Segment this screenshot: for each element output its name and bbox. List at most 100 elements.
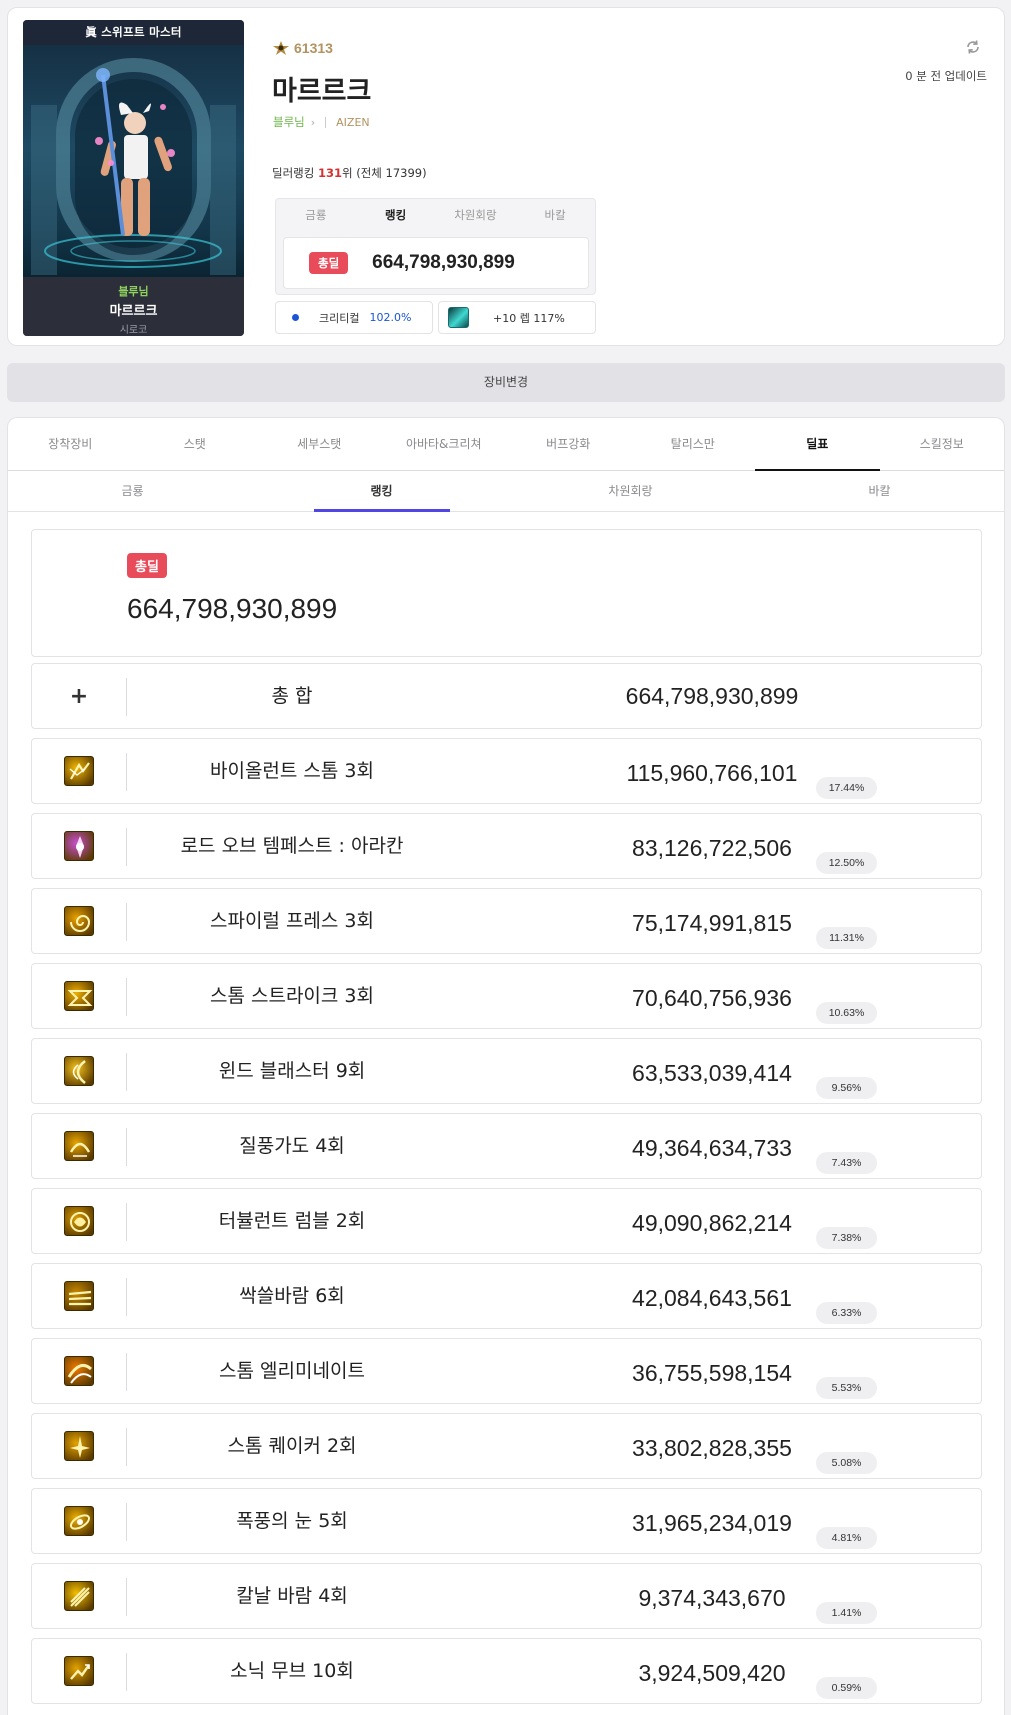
tab-talisman[interactable]: 탈리스만 [631, 418, 756, 470]
storm-eliminate-icon [64, 1356, 94, 1386]
turbulent-rumble-icon [64, 1206, 94, 1236]
skill-name: 바이올런트 스톰 3회 [209, 760, 374, 782]
skill-icon-cell [32, 814, 126, 878]
subtab-2[interactable]: 차원회랑 [506, 471, 755, 511]
chevron-right-icon: › [310, 115, 316, 129]
skill-percent-badge: 7.43% [816, 1152, 877, 1174]
table-row: 윈드 블래스터 9회 63,533,039,414 9.56% [31, 1038, 982, 1104]
table-row: 질풍가도 4회 49,364,634,733 7.43% [31, 1113, 982, 1179]
table-row: 로드 오브 템페스트 : 아라칸 83,126,722,506 12.50% [31, 813, 982, 879]
sum-amount: 664,798,930,899 [625, 683, 799, 709]
tab-avatar-creature[interactable]: 아바타&크리쳐 [382, 418, 507, 470]
violent-storm-icon [64, 756, 94, 786]
sweeping-wind-icon [64, 1281, 94, 1311]
adventure-link[interactable]: 블루님 [273, 114, 305, 130]
wind-blaster-icon [64, 1056, 94, 1086]
change-gear-button[interactable]: 장비변경 [7, 363, 1005, 402]
sum-label: 총 합 [271, 685, 313, 707]
skill-percent-badge: 9.56% [816, 1077, 877, 1099]
weapon-icon [448, 307, 469, 328]
total-damage-badge: 총딜 [309, 252, 349, 274]
subtab-0[interactable]: 금룡 [8, 471, 257, 511]
rank-tab-1[interactable]: 랭킹 [356, 199, 436, 232]
portrait-adventure: 블루님 [118, 285, 149, 298]
skill-icon-cell [32, 1339, 126, 1403]
weapon-chip: +10 렙 117% [438, 301, 596, 334]
table-row: 바이올런트 스톰 3회 115,960,766,101 17.44% [31, 738, 982, 804]
skill-percent-badge: 4.81% [816, 1527, 877, 1549]
portrait-info: 블루님 마르르크 시로코 [23, 277, 244, 336]
updated-time: 0 분 전 업데이트 [905, 69, 987, 83]
skill-name: 스톰 스트라이크 3회 [209, 985, 374, 1007]
skill-name: 스톰 퀘이커 2회 [227, 1435, 357, 1457]
tab-stats[interactable]: 스탯 [133, 418, 258, 470]
skill-icon-cell [32, 1639, 126, 1703]
skill-damage: 33,802,828,355 [632, 1435, 792, 1461]
storm-strike-icon [64, 981, 94, 1011]
skill-name: 싹쓸바람 6회 [239, 1285, 345, 1307]
rank-tab-2[interactable]: 차원회랑 [436, 199, 516, 232]
skill-name: 칼날 바람 4회 [236, 1585, 348, 1607]
skill-damage: 42,084,643,561 [632, 1285, 792, 1311]
tab-equipment[interactable]: 장착장비 [8, 418, 133, 470]
skill-percent-badge: 6.33% [816, 1302, 877, 1324]
skill-name: 스톰 엘리미네이트 [219, 1360, 365, 1382]
rank-summary-box: 금룡 랭킹 차원회랑 바칼 총딜 664,798,930,899 [275, 198, 596, 295]
sum-row[interactable]: + 총 합 664,798,930,899 [31, 663, 982, 729]
table-row: 폭풍의 눈 5회 31,965,234,019 4.81% [31, 1488, 982, 1554]
dealer-ranking: 딜러랭킹 131위 (전체 17399) [272, 165, 427, 181]
refresh-icon[interactable] [964, 38, 982, 56]
skill-damage: 49,090,862,214 [632, 1210, 792, 1236]
tab-buff-enhance[interactable]: 버프강화 [506, 418, 631, 470]
total-damage-card: 총딜 664,798,930,899 [31, 529, 982, 657]
guild-link[interactable]: AIZEN [336, 116, 369, 129]
skill-percent-badge: 7.38% [816, 1227, 877, 1249]
character-portrait[interactable]: 眞 스위프트 마스터 블루님 마르르크 시로코 [23, 20, 244, 336]
tab-detailed-stats[interactable]: 세부스탯 [257, 418, 382, 470]
tab-damage-table[interactable]: 딜표 [755, 418, 880, 471]
skill-icon-cell [32, 739, 126, 803]
portrait-name: 마르르크 [109, 304, 158, 319]
skill-damage: 36,755,598,154 [632, 1360, 792, 1386]
rank-tab-0[interactable]: 금룡 [276, 199, 356, 232]
rank-tab-3[interactable]: 바칼 [515, 199, 595, 232]
plus-icon[interactable]: + [70, 684, 88, 709]
skill-damage-list: + 총 합 664,798,930,899 바이올런트 스톰 3회 115,960… [31, 663, 982, 1713]
critical-dot-icon [292, 314, 299, 321]
gale-road-icon [64, 1131, 94, 1161]
table-row: 스톰 스트라이크 3회 70,640,756,936 10.63% [31, 963, 982, 1029]
skill-damage: 9,374,343,670 [638, 1585, 786, 1611]
skill-name: 터뷸런트 럼블 2회 [218, 1210, 366, 1232]
subtab-3[interactable]: 바칼 [755, 471, 1004, 511]
ranking-prefix: 딜러랭킹 [272, 166, 318, 180]
critical-chip: 크리티컬 102.0% [275, 301, 433, 334]
skill-icon-cell [32, 1039, 126, 1103]
skill-percent-badge: 12.50% [816, 852, 877, 874]
skill-damage: 49,364,634,733 [632, 1135, 792, 1161]
fame-icon [273, 41, 289, 55]
breadcrumb-divider [325, 116, 327, 128]
lord-of-tempest-icon [64, 831, 94, 861]
skill-icon-cell [32, 964, 126, 1028]
skill-damage: 75,174,991,815 [632, 910, 792, 936]
skill-icon-cell [32, 1564, 126, 1628]
total-card-amount: 664,798,930,899 [127, 593, 338, 624]
critical-label: 크리티컬 [319, 311, 360, 325]
job-title: 眞 스위프트 마스터 [23, 20, 244, 45]
skill-name: 스파이럴 프레스 3회 [209, 910, 374, 932]
character-art [23, 45, 244, 277]
sonic-move-icon [64, 1656, 94, 1686]
skill-percent-badge: 17.44% [816, 777, 877, 799]
skill-name: 윈드 블래스터 9회 [218, 1060, 366, 1082]
skill-name: 폭풍의 눈 5회 [236, 1510, 348, 1532]
ranking-suffix: 위 (전체 17399) [342, 166, 427, 180]
skill-damage: 31,965,234,019 [632, 1510, 792, 1536]
skill-damage: 83,126,722,506 [632, 835, 792, 861]
skill-icon-cell [32, 889, 126, 953]
tab-skill-info[interactable]: 스킬정보 [880, 418, 1005, 470]
skill-name: 질풍가도 4회 [239, 1135, 345, 1157]
critical-value: 102.0% [369, 311, 412, 324]
table-row: 소닉 무브 10회 3,924,509,420 0.59% [31, 1638, 982, 1704]
skill-icon-cell [32, 1189, 126, 1253]
subtab-1[interactable]: 랭킹 [257, 471, 506, 512]
